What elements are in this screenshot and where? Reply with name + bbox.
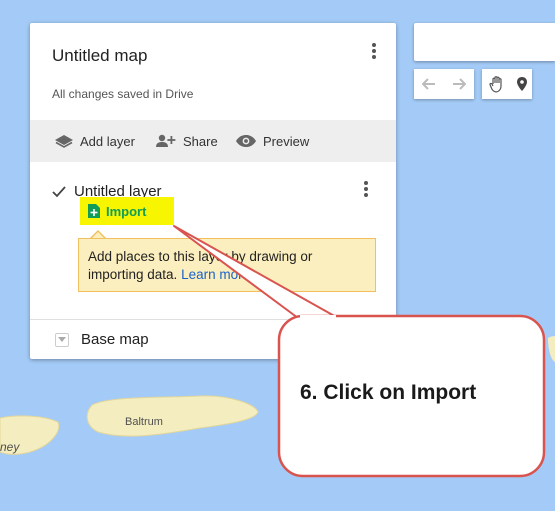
instruction-callout	[173, 225, 546, 478]
callout-text: 6. Click on Import	[300, 381, 477, 404]
